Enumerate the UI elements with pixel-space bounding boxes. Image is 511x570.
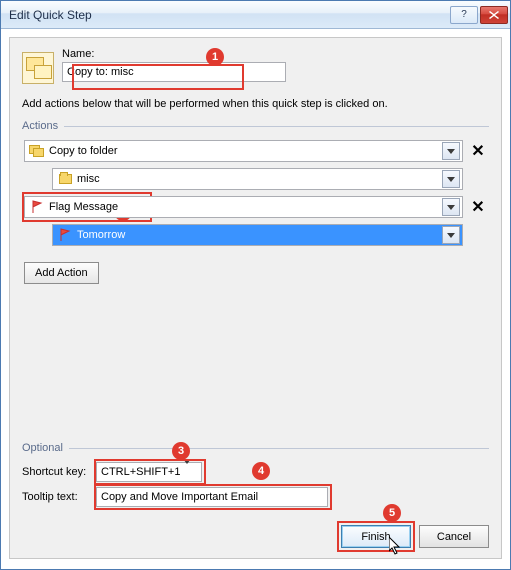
chevron-down-icon[interactable] — [442, 198, 460, 216]
optional-header: Optional — [22, 442, 489, 454]
instructions-text: Add actions below that will be performed… — [22, 98, 489, 110]
callout-4-badge: 4 — [252, 462, 270, 480]
action-row-copy: Copy to folder ✕ — [24, 140, 487, 162]
finish-button[interactable]: Finish — [341, 525, 411, 548]
name-fields: Name: — [62, 48, 489, 82]
close-button[interactable] — [480, 6, 508, 24]
chevron-down-icon[interactable] — [442, 170, 460, 188]
window-title: Edit Quick Step — [9, 8, 448, 22]
flag-when-select[interactable]: Tomorrow — [52, 224, 463, 246]
divider — [69, 448, 489, 449]
delete-action-flag[interactable]: ✕ — [469, 198, 487, 216]
optional-block: Optional Shortcut key: CTRL+SHIFT+1 3 4 … — [22, 442, 489, 512]
actions-header: Actions — [22, 120, 489, 132]
actions-header-label: Actions — [22, 120, 58, 132]
action-row-tomorrow: Tomorrow — [24, 224, 487, 246]
name-row: Name: — [22, 48, 489, 84]
actions-area: Copy to folder ✕ misc 2 — [22, 140, 489, 284]
action-row-misc: misc — [24, 168, 487, 190]
chevron-down-icon[interactable] — [442, 226, 460, 244]
optional-header-label: Optional — [22, 442, 63, 454]
shortcut-value: CTRL+SHIFT+1 — [101, 466, 183, 478]
tooltip-label: Tooltip text: — [22, 491, 90, 503]
action-select-flag[interactable]: Flag Message — [24, 196, 463, 218]
tooltip-input[interactable] — [96, 487, 328, 507]
name-input[interactable] — [62, 62, 286, 82]
footer-buttons: Finish Cancel — [341, 525, 489, 548]
action-select-copy[interactable]: Copy to folder — [24, 140, 463, 162]
action-select-flag-text: Flag Message — [49, 201, 442, 213]
folder-select-misc[interactable]: misc — [52, 168, 463, 190]
name-label: Name: — [62, 48, 489, 60]
delete-action-copy[interactable]: ✕ — [469, 142, 487, 160]
help-button[interactable]: ? — [450, 6, 478, 24]
folder-icon — [57, 171, 73, 187]
flag-icon — [29, 199, 45, 215]
flag-when-text: Tomorrow — [77, 229, 442, 241]
folder-select-misc-text: misc — [77, 173, 442, 185]
action-select-copy-text: Copy to folder — [49, 145, 442, 157]
shortcut-row: Shortcut key: CTRL+SHIFT+1 3 4 — [22, 462, 489, 482]
flag-icon — [57, 227, 73, 243]
cancel-button[interactable]: Cancel — [419, 525, 489, 548]
quickstep-icon[interactable] — [22, 52, 54, 84]
titlebar-buttons: ? — [448, 6, 508, 24]
copy-to-folder-icon — [29, 143, 45, 159]
dialog-window: Edit Quick Step ? Name: 1 A — [0, 0, 511, 570]
divider — [64, 126, 489, 127]
chevron-down-icon[interactable] — [442, 142, 460, 160]
content-panel: Name: 1 Add actions below that will be p… — [9, 37, 502, 559]
dialog-body: Name: 1 Add actions below that will be p… — [1, 29, 510, 569]
shortcut-label: Shortcut key: — [22, 466, 90, 478]
shortcut-select[interactable]: CTRL+SHIFT+1 — [96, 462, 202, 482]
chevron-down-icon[interactable] — [183, 464, 199, 480]
action-row-flag: Flag Message ✕ — [24, 196, 487, 218]
add-action-button[interactable]: Add Action — [24, 262, 99, 284]
close-icon — [489, 11, 499, 19]
tooltip-row: Tooltip text: — [22, 487, 489, 507]
titlebar[interactable]: Edit Quick Step ? — [1, 1, 510, 29]
